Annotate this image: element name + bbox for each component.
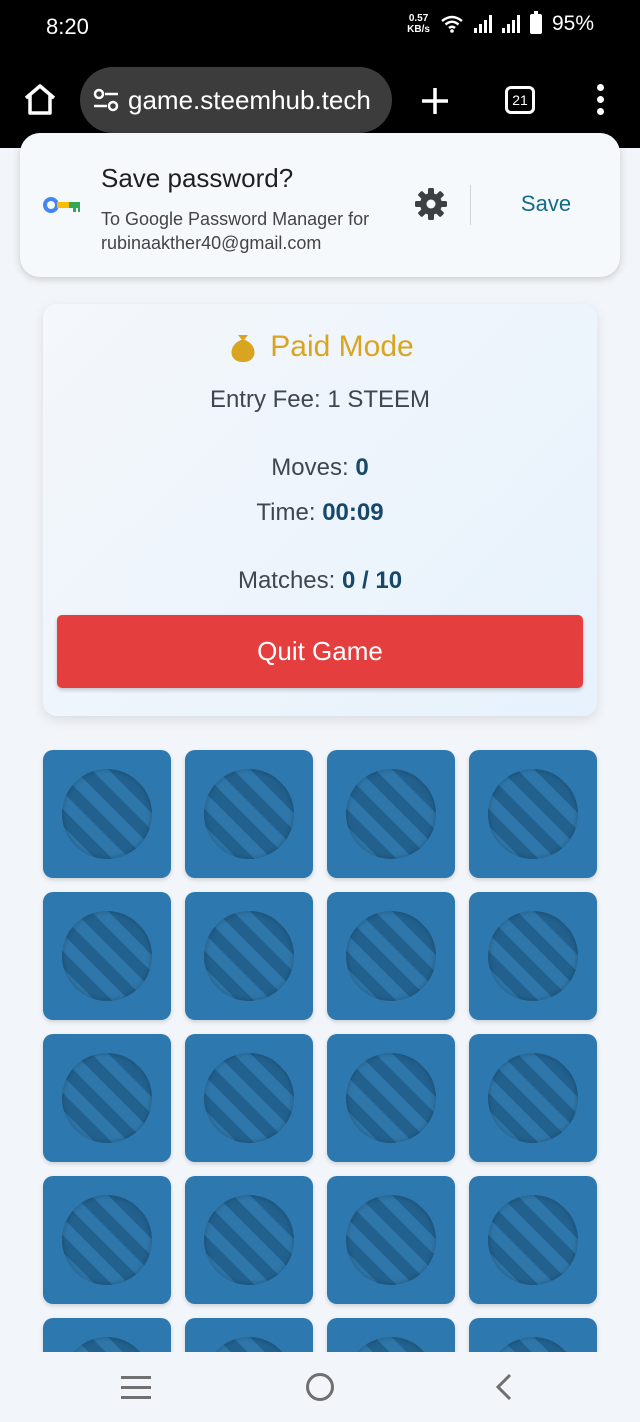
save-password-button[interactable]: Save [502, 191, 590, 221]
memory-card[interactable] [185, 1176, 313, 1304]
cell-signal-icon-2 [501, 15, 520, 33]
wifi-icon [441, 15, 463, 33]
status-icons: 0.57 KB/s 95% [407, 11, 594, 36]
striped-disc-icon [488, 911, 578, 1001]
memory-card[interactable] [43, 750, 171, 878]
save-password-prompt: Save password? To Google Password Manage… [20, 133, 620, 277]
cell-signal-icon [473, 15, 492, 33]
money-bag-icon [231, 335, 255, 362]
striped-disc-icon [62, 911, 152, 1001]
memory-card[interactable] [43, 1176, 171, 1304]
gear-icon[interactable] [412, 185, 450, 223]
address-bar[interactable]: game.steemhub.tech [80, 67, 392, 133]
striped-disc-icon [204, 1195, 294, 1285]
memory-card[interactable] [327, 750, 455, 878]
moves-value: 0 [355, 454, 369, 481]
prompt-subtitle: To Google Password Manager for rubinaakt… [101, 209, 370, 253]
memory-card[interactable] [469, 1034, 597, 1162]
memory-card[interactable] [43, 1034, 171, 1162]
url-text: game.steemhub.tech [128, 84, 371, 115]
striped-disc-icon [204, 1053, 294, 1143]
prompt-title: Save password? [101, 163, 294, 193]
prompt-divider [470, 185, 471, 225]
striped-disc-icon [346, 769, 436, 859]
recent-apps-icon[interactable] [121, 1376, 151, 1400]
quit-game-button[interactable]: Quit Game [57, 615, 583, 688]
battery-percent: 95% [551, 12, 594, 35]
nav-home-icon[interactable] [306, 1373, 334, 1401]
memory-card[interactable] [185, 750, 313, 878]
memory-card[interactable] [469, 750, 597, 878]
time-stat: Time: 00:09 [256, 499, 384, 526]
mode-title: Paid Mode [270, 330, 414, 363]
tab-switcher-button[interactable]: 21 [505, 86, 535, 114]
home-icon[interactable] [20, 80, 60, 120]
plus-icon[interactable] [414, 80, 456, 122]
memory-card[interactable] [327, 1176, 455, 1304]
memory-card[interactable] [185, 1034, 313, 1162]
more-vert-icon[interactable] [590, 84, 610, 118]
striped-disc-icon [488, 769, 578, 859]
memory-card[interactable] [469, 1176, 597, 1304]
memory-card[interactable] [43, 892, 171, 1020]
matches-stat: Matches: 0 / 10 [237, 567, 403, 594]
striped-disc-icon [204, 911, 294, 1001]
battery-icon [529, 11, 542, 34]
entry-fee: Entry Fee: 1 STEEM [209, 386, 431, 413]
memory-card[interactable] [327, 1034, 455, 1162]
tune-icon[interactable] [92, 86, 120, 114]
striped-disc-icon [62, 769, 152, 859]
striped-disc-icon [204, 769, 294, 859]
memory-card[interactable] [185, 892, 313, 1020]
status-time: 8:20 [46, 14, 89, 39]
network-speed: 0.57 KB/s [407, 13, 430, 35]
striped-disc-icon [62, 1053, 152, 1143]
moves-stat: Moves: 0 [271, 454, 369, 481]
system-nav-bar [0, 1352, 640, 1422]
memory-card[interactable] [469, 892, 597, 1020]
memory-card[interactable] [327, 892, 455, 1020]
striped-disc-icon [346, 1053, 436, 1143]
matches-value: 0 / 10 [342, 567, 403, 594]
striped-disc-icon [488, 1195, 578, 1285]
striped-disc-icon [346, 1195, 436, 1285]
key-icon [43, 197, 80, 213]
mode-header: Paid Mode [43, 330, 597, 364]
striped-disc-icon [62, 1195, 152, 1285]
status-bar: 8:20 0.57 KB/s 95% [0, 0, 640, 56]
back-icon[interactable] [492, 1372, 516, 1402]
game-info-panel: Paid Mode Entry Fee: 1 STEEM Moves: 0 Ti… [43, 304, 597, 716]
striped-disc-icon [488, 1053, 578, 1143]
striped-disc-icon [346, 911, 436, 1001]
time-value: 00:09 [322, 499, 384, 526]
